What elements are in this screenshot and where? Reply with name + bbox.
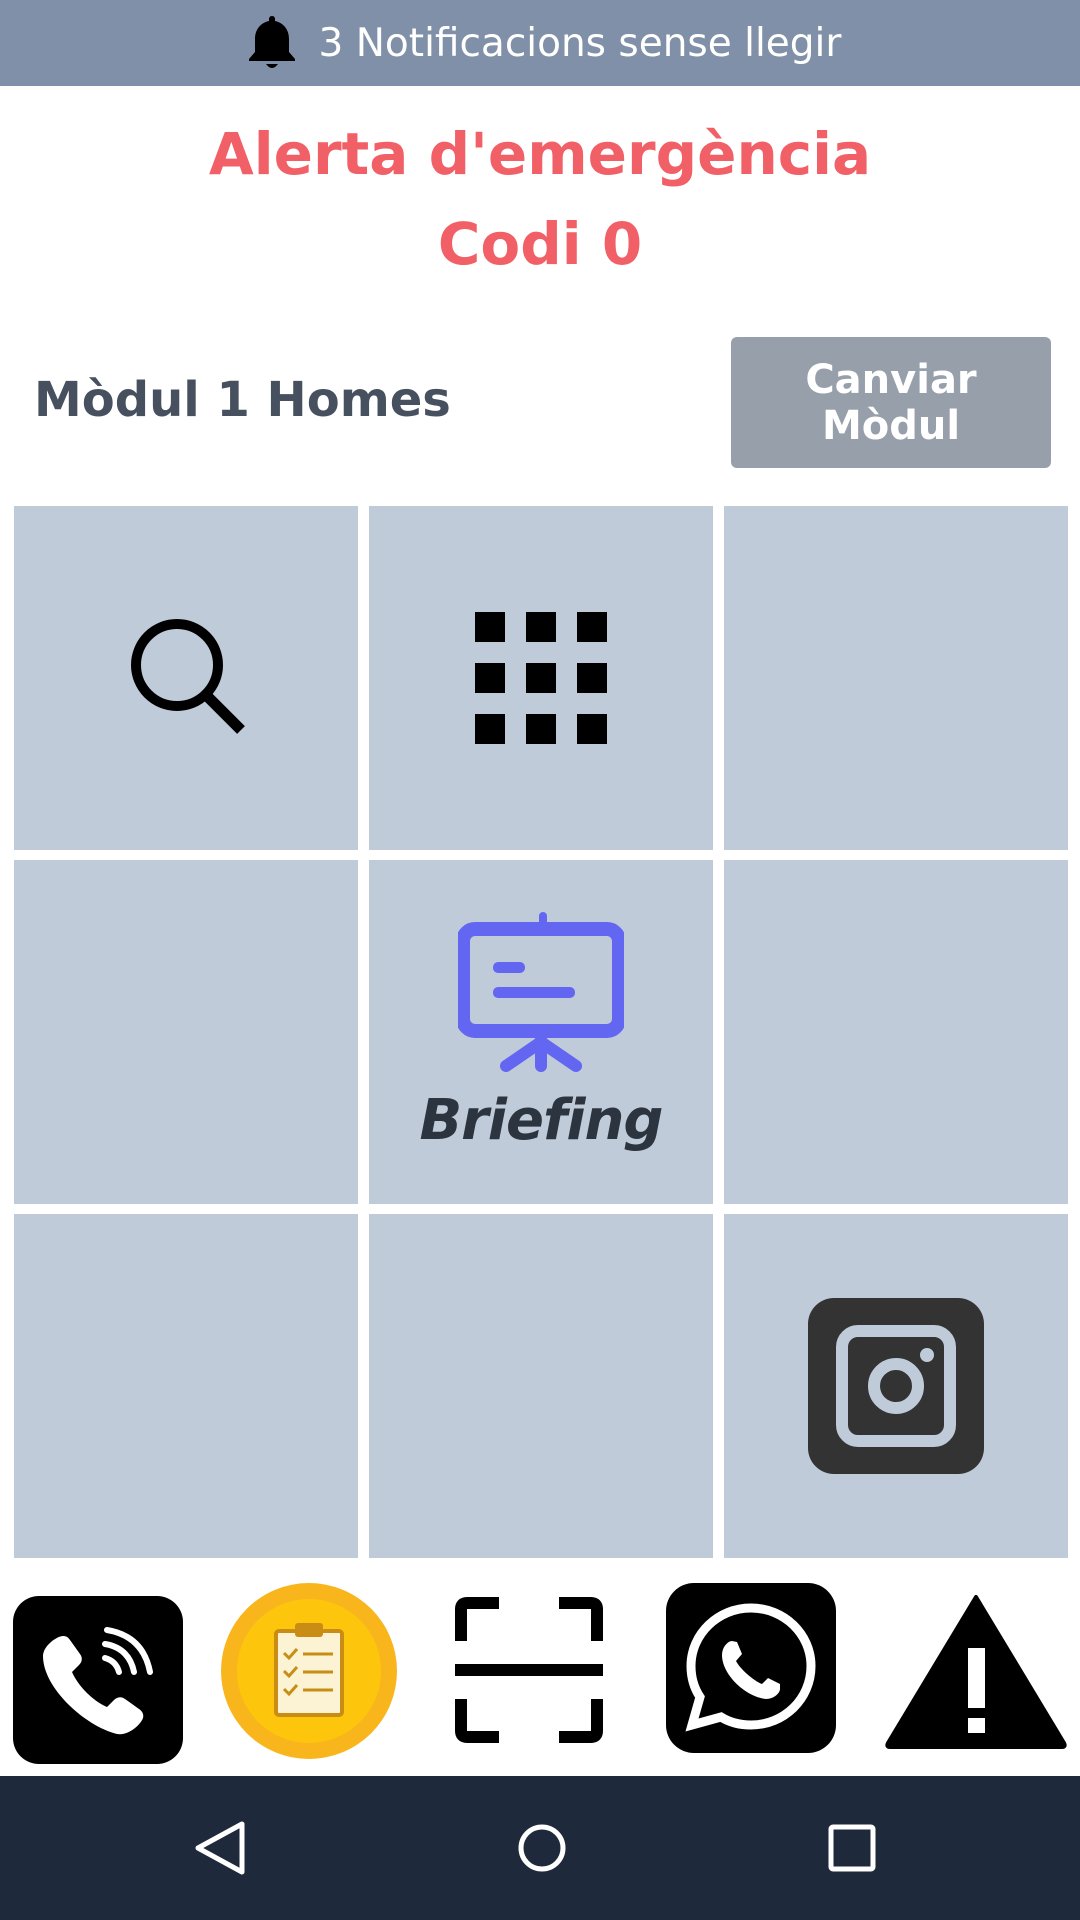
change-module-button[interactable]: Canviar Mòdul [731,337,1051,468]
warning-icon [885,1595,1067,1749]
warning-button[interactable] [884,1593,1068,1754]
instagram-icon [808,1298,984,1474]
navigation-bar [0,1776,1080,1920]
nav-back-button[interactable] [160,1776,280,1920]
nav-home-button[interactable] [482,1776,602,1920]
tile-briefing[interactable]: Briefing [369,860,713,1204]
briefing-label: Briefing [419,1087,664,1153]
nav-recents-button[interactable] [792,1776,912,1920]
whatsapp-button[interactable] [666,1583,836,1758]
tile-search[interactable] [14,506,358,850]
tile-empty[interactable] [369,1214,713,1558]
notification-bar[interactable]: 3 Notificacions sense llegir [0,0,1080,86]
phone-call-button[interactable] [13,1596,183,1769]
briefing-presentation-icon [458,911,624,1072]
apps-grid-icon [475,612,607,744]
whatsapp-icon [666,1583,836,1753]
recents-icon [828,1824,876,1872]
alert-code: Codi 0 [437,210,643,278]
scan-frame-icon [455,1597,603,1743]
search-icon [131,619,245,734]
bell-icon [248,16,295,68]
checklist-button[interactable] [221,1583,397,1764]
tile-empty[interactable] [14,1214,358,1558]
tile-instagram[interactable] [724,1214,1068,1558]
clipboard-checklist-icon [221,1583,397,1759]
alert-title: Alerta d'emergència [208,120,872,188]
home-icon [518,1824,566,1872]
back-icon [195,1821,245,1875]
module-name: Mòdul 1 Homes [34,372,451,428]
notification-text: 3 Notificacions sense llegir [318,20,842,66]
scan-button[interactable] [455,1597,603,1748]
tile-empty[interactable] [14,860,358,1204]
tile-empty[interactable] [724,506,1068,850]
tile-apps[interactable] [369,506,713,850]
tile-empty[interactable] [724,860,1068,1204]
viber-phone-icon [13,1596,183,1764]
